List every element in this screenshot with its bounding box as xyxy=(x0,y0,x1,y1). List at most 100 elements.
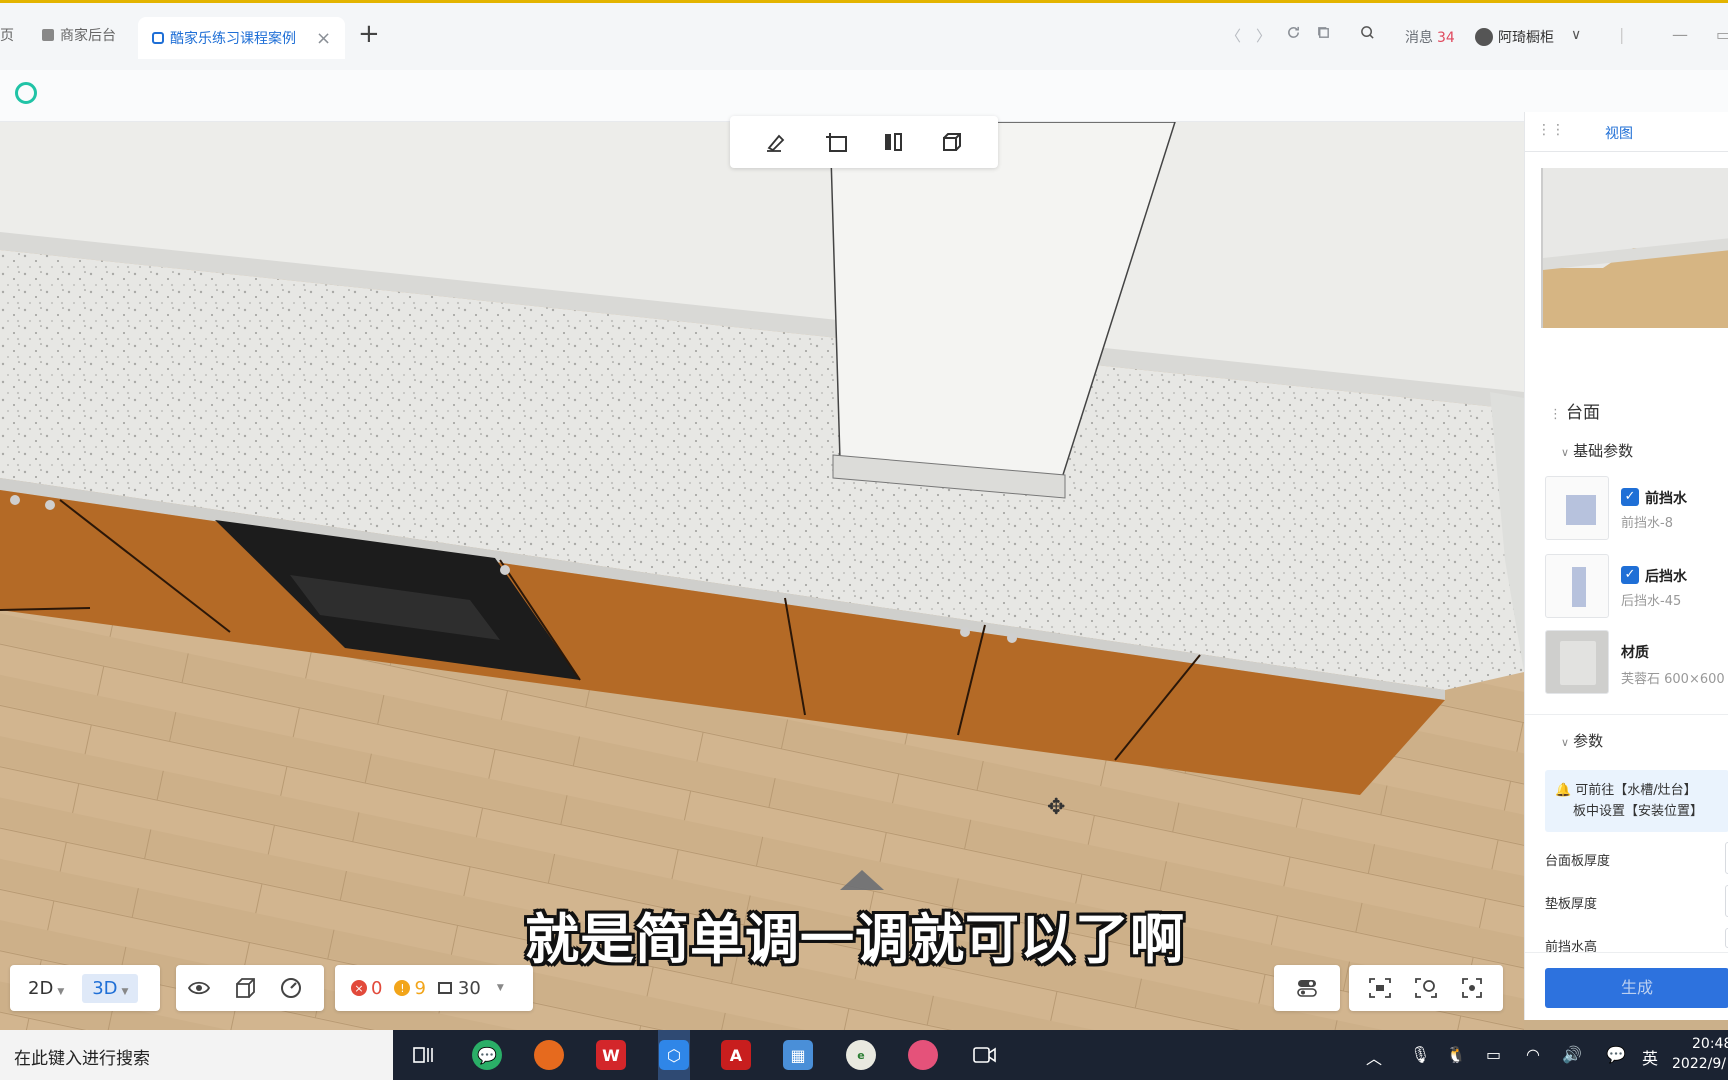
view-toolbar xyxy=(730,116,998,168)
view-thumbnail[interactable] xyxy=(1541,168,1728,328)
tab-course[interactable]: 酷家乐练习课程案例 × xyxy=(138,17,346,59)
kitchen-scene xyxy=(0,122,1524,1030)
material-value[interactable]: 芙蓉石 600×600 xyxy=(1621,668,1725,687)
group-params[interactable]: ∨ 参数 xyxy=(1561,730,1603,751)
qq-icon[interactable]: 🐧 xyxy=(1446,1045,1466,1064)
wechat-tray-icon[interactable]: 💬 xyxy=(1606,1045,1626,1064)
mode-3d-button[interactable]: 3D ▼ xyxy=(82,973,139,1003)
move-cursor-icon: ✥ xyxy=(1047,795,1066,820)
firefox-icon[interactable] xyxy=(534,1040,564,1070)
taskbar-search-input[interactable]: 在此键入进行搜索 xyxy=(0,1030,393,1080)
layer-columns-icon[interactable] xyxy=(880,129,906,155)
settings-toggle[interactable] xyxy=(1274,965,1340,1011)
back-icon[interactable]: 〈 xyxy=(1226,25,1241,46)
toggle-icon xyxy=(1294,975,1320,1001)
clock-time: 20:48 xyxy=(1692,1036,1728,1052)
drag-handle-icon[interactable]: ⋮⋮ xyxy=(1537,122,1565,138)
gauge-icon[interactable] xyxy=(278,975,304,1001)
back-splash-value[interactable]: 后挡水-45 xyxy=(1621,590,1681,609)
tab-home[interactable]: 页 xyxy=(0,17,14,53)
wps-icon[interactable]: W xyxy=(596,1040,626,1070)
chevron-down-icon[interactable]: ▼ xyxy=(497,983,504,993)
forward-icon[interactable]: 〉 xyxy=(1256,25,1271,46)
green-app-icon[interactable]: e xyxy=(846,1040,876,1070)
frame-add-icon[interactable] xyxy=(822,129,848,155)
section-countertop: ⋮ 台面 xyxy=(1549,398,1600,423)
capture-icon[interactable] xyxy=(1367,975,1393,1001)
new-tab-button[interactable]: + xyxy=(358,21,380,47)
install-position-notice: 🔔 可前往【水槽/灶台】 板中设置【安装位置】 xyxy=(1545,770,1728,832)
param-pad-thickness-label: 垫板厚度 xyxy=(1545,897,1598,912)
tray-expand-icon[interactable]: ︿ xyxy=(1366,1045,1382,1069)
volume-icon[interactable]: 🔊 xyxy=(1562,1045,1582,1064)
camera-up-arrow[interactable] xyxy=(840,870,884,890)
mode-2d-button[interactable]: 2D ▼ xyxy=(18,974,74,1003)
eye-icon[interactable] xyxy=(186,975,212,1001)
view-mode-switch: 2D ▼ 3D ▼ xyxy=(10,965,160,1011)
battery-icon[interactable]: ▭ xyxy=(1486,1045,1501,1064)
avatar[interactable] xyxy=(1475,28,1493,46)
front-splash-label: 前挡水 xyxy=(1645,491,1687,507)
error-count: × 0 xyxy=(351,978,382,999)
material-label: 材质 xyxy=(1621,645,1649,661)
messages-button[interactable]: 消息 34 xyxy=(1405,27,1455,47)
tab-merchant[interactable]: 商家后台 xyxy=(42,17,116,53)
autocad-icon[interactable]: A xyxy=(721,1040,751,1070)
error-icon: × xyxy=(351,980,367,996)
item-count-value: 30 xyxy=(457,977,481,999)
front-splash-value[interactable]: 前挡水-8 xyxy=(1621,512,1673,531)
copy-icon[interactable] xyxy=(1316,25,1331,44)
shield-app-icon[interactable]: ⬡ xyxy=(659,1040,689,1070)
chevron-down-icon[interactable]: ∨ xyxy=(1571,27,1581,43)
box-view-icon[interactable] xyxy=(232,975,258,1001)
tab-view[interactable]: 视图 xyxy=(1605,123,1633,143)
user-name[interactable]: 阿琦橱柜 xyxy=(1498,27,1554,47)
divider: | xyxy=(1619,25,1625,44)
3d-viewport[interactable] xyxy=(0,122,1524,1030)
item-count: 30 xyxy=(437,977,481,999)
tab-merchant-label: 商家后台 xyxy=(60,28,116,44)
minimize-icon[interactable]: — xyxy=(1672,25,1688,44)
front-splash-checkbox[interactable]: ✓ xyxy=(1621,488,1639,506)
game-app-icon[interactable] xyxy=(908,1040,938,1070)
task-view-icon[interactable] xyxy=(409,1040,439,1070)
wechat-icon[interactable]: 💬 xyxy=(472,1040,502,1070)
generate-button[interactable]: 生成 xyxy=(1545,968,1728,1008)
browser-titlebar: 页 商家后台 酷家乐练习课程案例 × + 〈 〉 消息 34 阿琦橱柜 ∨ | —… xyxy=(0,0,1728,70)
cube-icon[interactable] xyxy=(938,129,964,155)
back-splash-checkbox[interactable]: ✓ xyxy=(1621,566,1639,584)
microphone-icon[interactable]: 🎙 xyxy=(1410,1045,1430,1064)
brush-icon[interactable] xyxy=(764,129,790,155)
error-count-value: 0 xyxy=(371,977,383,999)
refresh-icon[interactable] xyxy=(1286,25,1301,44)
panel-tabs: ⋮⋮ 视图 xyxy=(1525,112,1728,152)
ime-indicator[interactable]: 英 xyxy=(1642,1045,1658,1069)
system-clock[interactable]: 20:48 2022/9/ xyxy=(1672,1034,1728,1074)
mode-3d-label: 3D xyxy=(92,977,118,999)
back-splash-label: 后挡水 xyxy=(1645,569,1687,585)
close-icon[interactable]: × xyxy=(316,28,331,49)
messages-count: 34 xyxy=(1437,30,1455,46)
cabinet-icon xyxy=(437,982,452,994)
chevron-down-icon: ∨ xyxy=(1561,446,1570,459)
focus-icon[interactable] xyxy=(1459,975,1485,1001)
wifi-icon[interactable]: ◠ xyxy=(1526,1045,1540,1064)
properties-panel: ⋮⋮ 视图 ⋮ 台面 ∨ 基础参数 ✓ 前挡水 前挡水-8 ✓ 后挡水 后挡水-45… xyxy=(1524,112,1728,1020)
notice-line-1: 可前往【水槽/灶台】 xyxy=(1575,783,1697,798)
front-splash-thumbnail[interactable] xyxy=(1545,476,1609,540)
maximize-icon[interactable]: ▭ xyxy=(1716,25,1728,44)
app-logo-icon[interactable] xyxy=(15,82,37,104)
notice-line-2: 板中设置【安装位置】 xyxy=(1573,804,1704,819)
search-icon[interactable] xyxy=(1360,25,1375,44)
group-basic-params[interactable]: ∨ 基础参数 xyxy=(1561,440,1633,461)
app-toolbar xyxy=(0,70,1728,122)
tab-home-label: 页 xyxy=(0,28,14,44)
back-splash-thumbnail[interactable] xyxy=(1545,554,1609,618)
material-thumbnail[interactable] xyxy=(1545,630,1609,694)
drag-handle-icon[interactable]: ⋮ xyxy=(1549,407,1562,422)
video-subtitle: 就是简单调一调就可以了啊 xyxy=(525,908,1185,971)
calculator-icon[interactable]: ▦ xyxy=(783,1040,813,1070)
status-summary[interactable]: × 0 ! 9 30 ▼ xyxy=(335,965,533,1011)
video-camera-icon[interactable] xyxy=(970,1040,1000,1070)
camera-settings-icon[interactable] xyxy=(1413,975,1439,1001)
